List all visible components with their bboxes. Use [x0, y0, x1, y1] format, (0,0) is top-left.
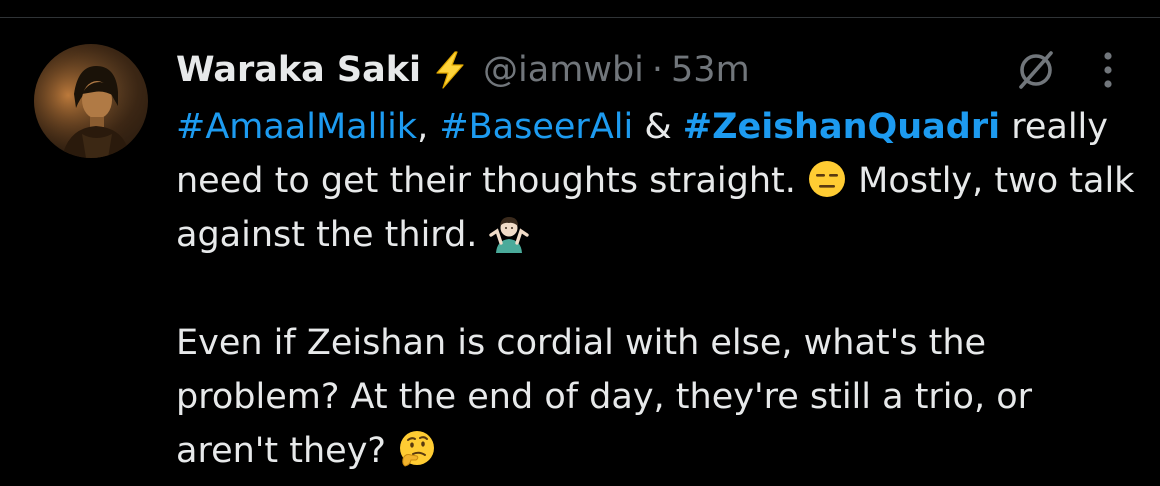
- tweet-paragraph-2: Even if Zeishan is cordial with else, wh…: [176, 316, 1136, 478]
- tweet-actions: [1010, 44, 1120, 96]
- tweet-paragraph-1: #AmaalMallik, #BaseerAli & #ZeishanQuadr…: [176, 100, 1136, 262]
- tweet-timestamp[interactable]: 53m: [671, 50, 750, 90]
- grok-icon: [1019, 51, 1053, 89]
- more-options-button[interactable]: [1096, 44, 1120, 96]
- tweet-header: Waraka Saki @iamwbi · 53m: [176, 44, 750, 96]
- avatar[interactable]: [34, 44, 148, 158]
- tweet-text: #AmaalMallik, #BaseerAli & #ZeishanQuadr…: [176, 100, 1136, 478]
- separator-dot: ·: [651, 50, 664, 90]
- author-handle[interactable]: @iamwbi: [483, 50, 644, 90]
- hashtag-amaalmallik[interactable]: #AmaalMallik: [176, 107, 417, 147]
- top-divider: [0, 0, 1160, 18]
- expressionless-face-emoji: [807, 159, 847, 199]
- tweet-text-segment: Even if Zeishan is cordial with else, wh…: [176, 323, 1032, 471]
- hashtag-baseerali[interactable]: #BaseerAli: [439, 107, 633, 147]
- author-display-name[interactable]: Waraka Saki: [176, 50, 421, 90]
- hashtag-zeishanquadri[interactable]: #ZeishanQuadri: [683, 107, 1000, 147]
- text-joiner: ,: [417, 107, 440, 147]
- grok-button[interactable]: [1010, 44, 1062, 96]
- person-shrugging-emoji: [488, 213, 529, 253]
- thinking-face-emoji: [397, 429, 437, 469]
- lightning-bolt-icon: [433, 50, 467, 90]
- text-joiner: &: [633, 107, 683, 147]
- more-options-icon: [1104, 52, 1112, 88]
